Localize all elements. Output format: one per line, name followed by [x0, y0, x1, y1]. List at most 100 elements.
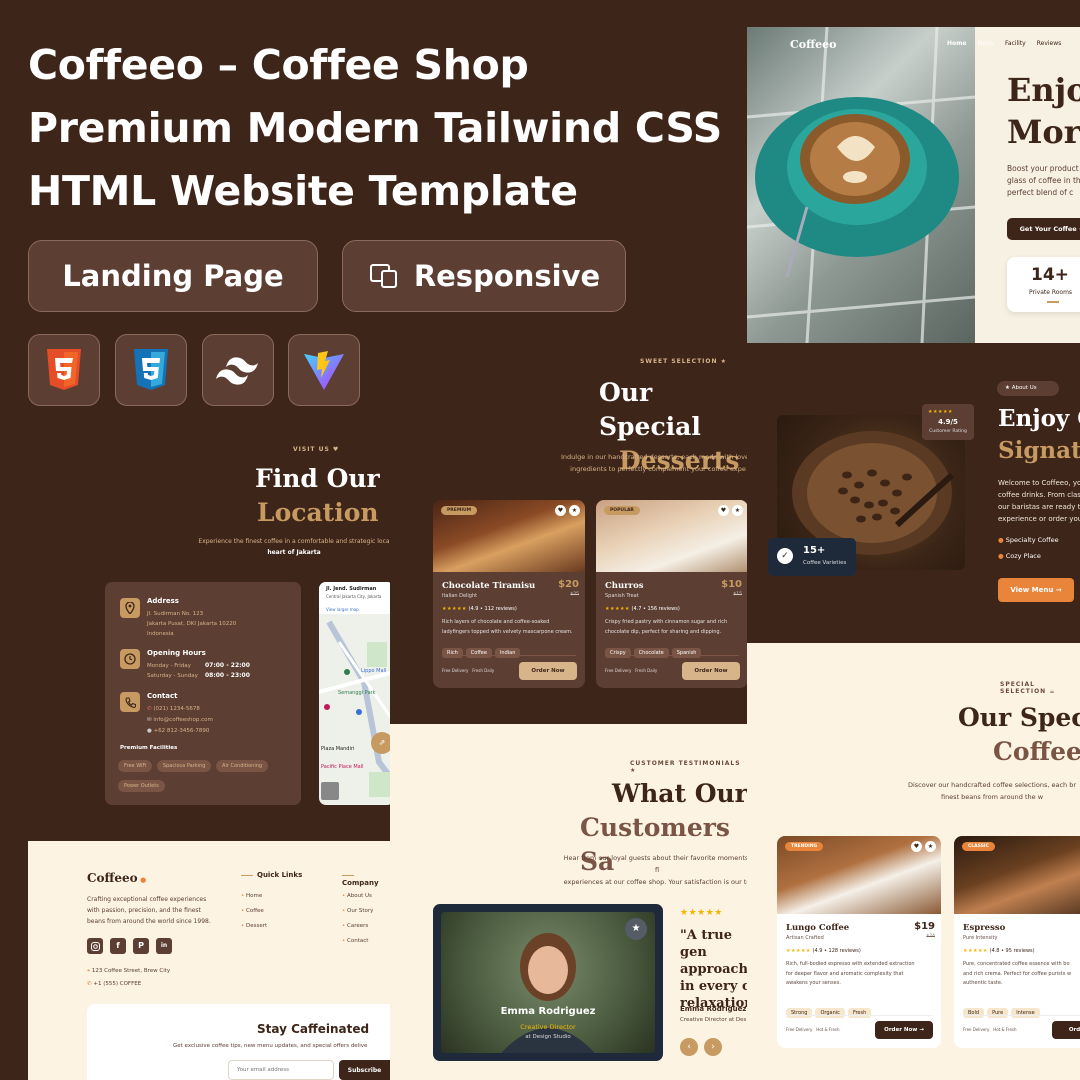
facility-tag: Free WiFi	[118, 760, 153, 772]
product-price: $19	[914, 921, 935, 932]
hero-heading: Enjoy Morn	[1007, 71, 1080, 151]
get-coffee-button[interactable]: Get Your Coffee →	[1007, 218, 1080, 240]
order-now-button[interactable]: Order Now →	[875, 1021, 933, 1039]
star-icon[interactable]: ★	[732, 505, 743, 516]
linkedin-icon[interactable]: in	[156, 938, 172, 954]
customer-photo	[441, 912, 655, 1053]
quick-links-list: • Home • Coffee • Dessert	[241, 889, 267, 934]
hero-body: Boost your product glass of coffee in th…	[1007, 164, 1080, 197]
star-icon[interactable]: ★	[569, 505, 580, 516]
responsive-icon	[369, 264, 397, 288]
product-old-price: $25	[570, 592, 579, 597]
coffee-card: TRENDING ♥ ★ Lungo Coffee Artisan Crafte…	[777, 836, 941, 1048]
footer-link-story[interactable]: • Our Story	[342, 904, 373, 919]
css3-icon	[115, 334, 187, 406]
view-menu-button[interactable]: View Menu →	[998, 578, 1074, 602]
product-tag: Indian	[494, 648, 521, 658]
footer-logo[interactable]: Coffeeo ●	[87, 871, 146, 885]
view-larger-map-link[interactable]: View larger map	[326, 607, 359, 612]
dessert-card: PREMIUM ♥ ★ Chocolate Tiramisu Italian D…	[433, 500, 585, 688]
newsletter-card: Stay Caffeinated Get exclusive coffee ti…	[87, 1004, 390, 1080]
nav-home[interactable]: Home	[947, 40, 966, 47]
heart-icon[interactable]: ♥	[718, 505, 729, 516]
product-description: Pure, concentrated coffee essence with b…	[963, 961, 1072, 986]
html5-icon	[28, 334, 100, 406]
instagram-icon[interactable]	[87, 938, 103, 954]
social-links: f P in	[87, 938, 172, 954]
location-sub: Experience the finest coffee in a comfor…	[198, 538, 390, 556]
facility-tag: Spacious Parking	[156, 760, 212, 772]
product-description: Rich, full-bodied espresso with extended…	[786, 961, 915, 986]
location-section: VISIT US ♥ Find Our Location Experience …	[28, 428, 390, 841]
varieties-card: ✓ 15+ Coffee Varieties	[768, 538, 856, 576]
testimonial-author: Emma Rodriguez	[680, 1005, 747, 1013]
subscribe-button[interactable]: Subscribe	[339, 1060, 390, 1080]
nav-menu[interactable]: Menu	[977, 40, 993, 47]
order-now-button[interactable]: Order N	[1052, 1021, 1080, 1039]
footer-link-coffee[interactable]: • Coffee	[241, 904, 267, 919]
star-icon[interactable]: ★	[925, 841, 936, 852]
next-arrow-icon[interactable]: ›	[704, 1038, 722, 1056]
about-section: ★★★★★ 4.9/5 Customer Rating ✓ 15+ Coffee…	[747, 343, 1080, 643]
about-heading: Enjoy O Signatu	[998, 405, 1080, 464]
testimonial-photo-card: ★ Emma Rodriguez Creative Director at De…	[433, 904, 663, 1061]
hero-nav: Home Menu Facility Reviews	[947, 40, 1061, 47]
map-embed[interactable]: Jl. Jend. Sudirman Central Jakarta City,…	[319, 582, 390, 805]
product-price: $20	[558, 579, 579, 590]
about-bullet-1: ● Specialty Coffee	[998, 536, 1059, 544]
facebook-icon[interactable]: f	[110, 938, 126, 954]
footer-link-home[interactable]: • Home	[241, 889, 267, 904]
testimonial-author-role: Creative Director at Des	[680, 1017, 747, 1023]
card-divider	[442, 655, 576, 656]
card-badge: POPULAR	[604, 506, 640, 515]
stat-value: 14+	[1031, 265, 1069, 285]
card-divider	[963, 1015, 1080, 1016]
footer-link-contact[interactable]: • Contact	[342, 934, 373, 949]
prev-arrow-icon[interactable]: ‹	[680, 1038, 698, 1056]
nav-reviews[interactable]: Reviews	[1037, 40, 1062, 47]
rating-card: ★★★★★ 4.9/5 Customer Rating	[922, 404, 974, 440]
product-name: Lungo Coffee	[786, 923, 850, 933]
testimonial-quote: "A true genapproach tin every curelaxati…	[680, 928, 747, 1011]
delivery-info: Free Delivery Fresh Daily	[605, 668, 658, 673]
order-now-button[interactable]: Order Now	[519, 662, 577, 680]
external-link-icon[interactable]: ⇗	[371, 732, 390, 754]
contact-phone[interactable]: ✆ (021) 1234-5678	[147, 704, 213, 715]
footer-link-about[interactable]: • About Us	[342, 889, 373, 904]
title-line-3: HTML Website Template	[28, 167, 578, 215]
order-now-button[interactable]: Order Now	[682, 662, 740, 680]
product-name: Espresso	[963, 923, 1006, 933]
testimonial-stars: ★★★★★	[680, 908, 723, 918]
company-list: • About Us • Our Story • Careers • Conta…	[342, 889, 373, 949]
phone-icon	[120, 692, 140, 712]
heart-icon[interactable]: ♥	[555, 505, 566, 516]
product-tag: Strong	[786, 1008, 813, 1018]
product-tag: Crispy	[605, 648, 631, 658]
title-line-2: Premium Modern Tailwind CSS	[28, 104, 723, 152]
star-icon[interactable]: ★	[625, 918, 647, 940]
product-old-price: $24	[926, 934, 935, 939]
newsletter-email-input[interactable]	[228, 1060, 334, 1080]
street-view-thumb[interactable]	[321, 782, 339, 800]
product-tag: Rich	[442, 648, 463, 658]
nav-facility[interactable]: Facility	[1005, 40, 1026, 47]
pinterest-icon[interactable]: P	[133, 938, 149, 954]
heart-icon[interactable]: ♥	[911, 841, 922, 852]
coffee-section: SPECIAL SELECTION ☕ Our Spec Coffee Disc…	[747, 643, 1080, 1080]
title-line-1: Coffeeo – Coffee Shop	[28, 41, 529, 89]
product-origin: Italian Delight	[442, 593, 478, 599]
product-tag: Organic	[815, 1008, 845, 1018]
location-eyebrow: VISIT US ♥	[293, 446, 340, 453]
hero-coffee-image	[747, 27, 975, 343]
rating-row: ★★★★★ (4.9 • 128 reviews)	[786, 948, 861, 954]
contact-email[interactable]: ✉ info@coffeeshop.com	[147, 715, 213, 726]
footer-link-dessert[interactable]: • Dessert	[241, 919, 267, 934]
delivery-info: Free Delivery Fresh Daily	[442, 668, 495, 673]
product-tag: Intense	[1011, 1008, 1040, 1018]
card-badge: CLASSIC	[962, 842, 995, 851]
rating-stars: ★★★★★	[928, 409, 953, 415]
product-tag: Fresh	[847, 1008, 872, 1018]
footer-link-careers[interactable]: • Careers	[342, 919, 373, 934]
contact-whatsapp[interactable]: ● +62 812-3456-7890	[147, 726, 213, 737]
hero-logo[interactable]: Coffeeo	[790, 38, 836, 51]
